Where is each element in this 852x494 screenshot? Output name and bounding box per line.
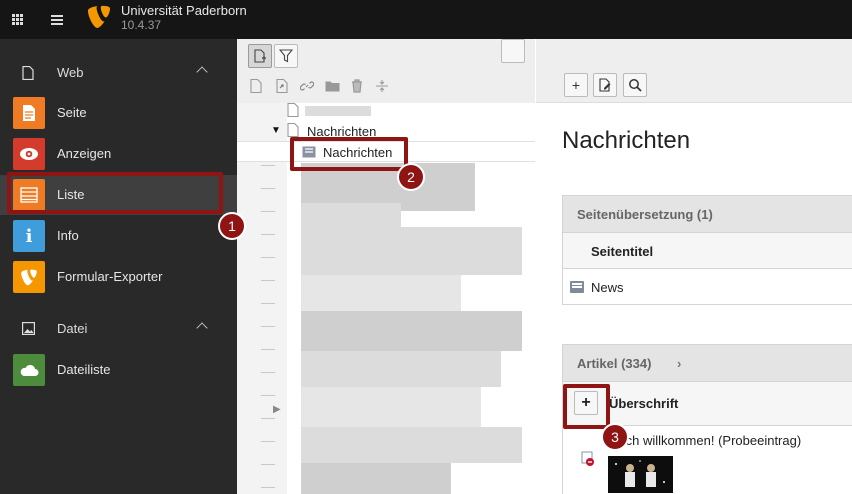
section-web[interactable]: Web (0, 55, 237, 91)
hidden-record-icon[interactable] (581, 451, 595, 467)
info-icon: i (13, 220, 45, 252)
chevron-up-icon[interactable] (196, 322, 208, 334)
page-tree-pane: ▼ Nachrichten Nachrichten ▶ (237, 39, 535, 494)
section-datei[interactable]: Datei (0, 311, 237, 347)
module-label: Seite (57, 105, 87, 120)
section-web-label: Web (57, 65, 84, 80)
new-page-button[interactable] (248, 44, 272, 68)
content-area: + Nachrichten Seitenübersetzung (1) Seit… (501, 39, 852, 494)
site-version: 10.4.37 (121, 18, 162, 32)
module-label: Info (57, 228, 79, 243)
module-item-seite[interactable]: Seite (0, 93, 237, 133)
column-header-ueberschrift[interactable]: Überschrift (609, 396, 678, 411)
file-icon (22, 66, 34, 80)
tree-toolbar (237, 39, 535, 103)
step-marker-1: 1 (218, 212, 246, 240)
search-button[interactable] (623, 73, 647, 97)
list-module-icon (13, 179, 45, 211)
step-marker-2: 2 (397, 163, 425, 191)
articles-panel-title[interactable]: Artikel (334) (577, 356, 651, 371)
translation-panel: Seitenübersetzung (1) Seitentitel News (562, 195, 852, 305)
docheader: + (501, 39, 852, 103)
section-datei-label: Datei (57, 321, 88, 336)
typo3-form-icon (13, 261, 45, 293)
translation-panel-header[interactable]: Seitenübersetzung (1) (563, 196, 852, 232)
page-icon[interactable] (248, 78, 264, 94)
add-record-button[interactable]: + (564, 73, 588, 97)
edit-icon (599, 78, 611, 92)
page-tree: ▼ Nachrichten Nachrichten ▶ (237, 103, 535, 494)
tree-node-selected-label[interactable]: Nachrichten (323, 145, 392, 160)
folder-icon[interactable] (324, 78, 340, 94)
module-label: Liste (57, 187, 85, 202)
cloud-folder-icon (13, 354, 45, 386)
articles-panel-header[interactable]: Artikel (334) › (563, 345, 852, 381)
expand-toggle-icon[interactable]: ▼ (271, 125, 281, 136)
image-icon (22, 322, 35, 335)
article-thumbnail-image[interactable] (608, 456, 673, 493)
module-label: Formular-Exporter (57, 269, 163, 284)
module-item-anzeigen[interactable]: Anzeigen (0, 134, 237, 174)
page-icon (13, 97, 45, 129)
filter-button[interactable] (274, 44, 298, 68)
tree-node-label[interactable]: Nachrichten (307, 124, 376, 139)
search-icon (629, 79, 642, 92)
page-icon (287, 103, 299, 117)
page-icon[interactable] (287, 123, 299, 137)
page-title: Nachrichten (562, 127, 691, 154)
folder-page-icon (302, 146, 316, 158)
chevron-up-icon[interactable] (196, 66, 208, 78)
trash-icon[interactable] (349, 78, 365, 94)
page-record-icon (570, 281, 584, 293)
module-item-dateiliste[interactable]: Dateiliste (0, 350, 237, 390)
module-label: Anzeigen (57, 146, 112, 161)
chevron-right-icon[interactable]: › (677, 356, 681, 371)
article-column-row: + Überschrift (563, 381, 852, 425)
add-article-button[interactable]: + (574, 391, 598, 415)
edit-page-button[interactable] (593, 73, 617, 97)
table-row[interactable]: News (563, 268, 852, 304)
module-label: Dateiliste (57, 362, 111, 377)
articles-panel: Artikel (334) › + Überschrift rzlich wil… (562, 344, 852, 494)
eye-icon (13, 138, 45, 170)
module-item-info[interactable]: i Info (0, 216, 237, 256)
link-icon[interactable] (299, 78, 315, 94)
shortcut-page-icon[interactable] (274, 78, 290, 94)
top-bar: Universität Paderborn 10.4.37 (0, 0, 852, 39)
module-item-liste[interactable]: Liste (0, 175, 237, 215)
typo3-logo-icon[interactable] (88, 5, 110, 29)
site-title: Universität Paderborn (121, 3, 247, 18)
module-menu: Web Seite Anzeigen Liste i Info Formular… (0, 39, 237, 494)
list-icon[interactable] (40, 0, 74, 39)
row-title[interactable]: rzlich willkommen! (Probeeintrag) (609, 433, 801, 448)
collapsed-toggle-icon[interactable]: ▶ (273, 404, 281, 415)
column-header-seitentitel[interactable]: Seitentitel (563, 232, 852, 268)
divider-icon[interactable] (374, 78, 390, 94)
step-marker-3: 3 (601, 423, 629, 451)
module-grid-icon[interactable] (0, 0, 34, 39)
row-title[interactable]: News (591, 280, 624, 295)
module-item-formular-exporter[interactable]: Formular-Exporter (0, 257, 237, 297)
